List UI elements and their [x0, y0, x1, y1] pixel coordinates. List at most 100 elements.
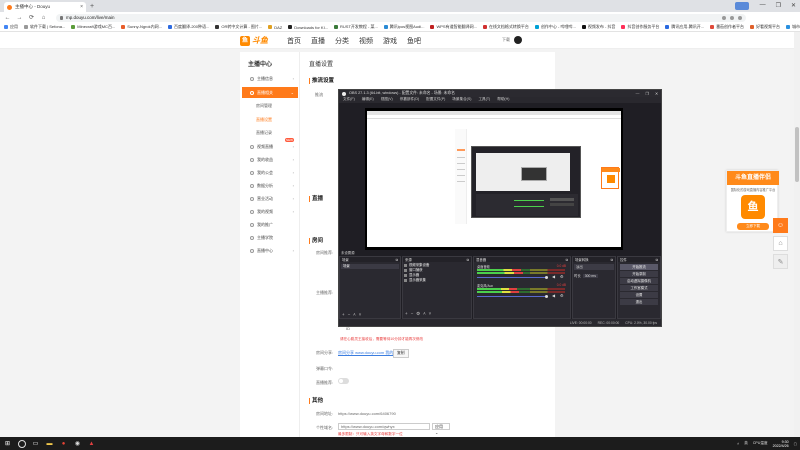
- chrome-icon[interactable]: ●: [59, 439, 68, 448]
- feedback-icon[interactable]: ✎: [773, 254, 788, 269]
- nav-category[interactable]: 分类: [335, 36, 349, 46]
- nav-yuba[interactable]: 鱼吧: [407, 36, 421, 46]
- minimize-button[interactable]: —: [760, 2, 766, 9]
- extensions-icon[interactable]: [730, 15, 734, 20]
- bookmark-item[interactable]: 视频发布 - 抖音: [581, 24, 615, 30]
- home-icon[interactable]: ⌂: [773, 236, 788, 251]
- start-streaming-button[interactable]: 开始推流: [620, 264, 658, 270]
- copy-button[interactable]: 复制: [393, 349, 409, 358]
- virtual-camera-button[interactable]: 启动虚拟摄像机: [620, 278, 658, 284]
- back-button[interactable]: ←: [4, 15, 11, 21]
- scroll-thumb[interactable]: [795, 127, 799, 182]
- dock-float-icon[interactable]: ⧉: [396, 258, 398, 262]
- obs-menu-item[interactable]: 文件(F): [343, 97, 355, 103]
- duration-input[interactable]: 300 ms: [582, 273, 598, 278]
- close-window-button[interactable]: ✕: [791, 2, 796, 9]
- obs-icon[interactable]: ◉: [73, 439, 82, 448]
- douyu-logo[interactable]: 鱼 斗鱼: [240, 35, 268, 46]
- address-bar[interactable]: mp.douyu.com/live/main: [56, 13, 746, 22]
- bookmark-item[interactable]: 番茄创作者平台: [710, 24, 744, 30]
- obs-preview[interactable]: [365, 108, 623, 250]
- task-view-icon[interactable]: ▭: [31, 439, 40, 448]
- mixer-gear-icon[interactable]: ⚙: [560, 274, 564, 279]
- nav-video[interactable]: 视频: [359, 36, 373, 46]
- bookmark-star-icon[interactable]: [722, 15, 726, 20]
- close-tab-icon[interactable]: ×: [80, 4, 83, 10]
- bookmark-item[interactable]: 好看视频平台: [750, 24, 780, 30]
- bookmark-item[interactable]: DAZ: [268, 25, 282, 30]
- home-button[interactable]: ⌂: [40, 15, 47, 21]
- sidebar-item-activities[interactable]: 营业活动 ›: [242, 193, 298, 204]
- sidebar-sub-records[interactable]: 直播记录: [256, 130, 272, 136]
- custom-domain-input[interactable]: https://www.douyu.com/qwhyx: [338, 423, 430, 430]
- sidebar-item-live-center[interactable]: 直播中心 ›: [242, 245, 298, 256]
- source-down-button[interactable]: ˅: [429, 311, 432, 317]
- obs-menu-item[interactable]: 工具(T): [478, 97, 490, 103]
- notification-icon[interactable]: ▢: [794, 442, 797, 446]
- transition-select[interactable]: 淡出: [574, 264, 614, 270]
- bookmark-item[interactable]: 城市生活_日报天...: [786, 24, 800, 30]
- scene-item[interactable]: 场景: [341, 264, 399, 269]
- reload-button[interactable]: ⟳: [28, 14, 35, 21]
- obs-close-button[interactable]: ✕: [655, 91, 658, 96]
- bookmark-item[interactable]: WPS有道智能翻译网...: [430, 24, 477, 30]
- new-tab-button[interactable]: +: [90, 3, 94, 10]
- sidebar-item-income[interactable]: 我的收益 ›: [242, 154, 298, 165]
- bookmark-item[interactable]: 在线文档格式转换平台: [482, 24, 529, 30]
- source-item[interactable]: 显示器采集: [404, 278, 470, 283]
- promo-card[interactable]: 斗鱼直播伴侣 国际化的游戏直播内容推广平台 鱼 立即下载: [726, 170, 779, 232]
- bookmark-item[interactable]: 软件下载 | Sefona...: [24, 24, 65, 30]
- settings-button[interactable]: 设置: [620, 292, 658, 298]
- apply-domain-select[interactable]: 应用 ⌄: [432, 423, 450, 435]
- obs-menu-item[interactable]: 帮助(H): [497, 97, 509, 103]
- avatar[interactable]: [514, 36, 522, 44]
- sidebar-item-promotion[interactable]: 我的推广: [242, 219, 298, 230]
- nav-home[interactable]: 首页: [287, 36, 301, 46]
- remove-source-button[interactable]: −: [411, 311, 414, 317]
- bookmark-item[interactable]: RUST开发教程 - 菜...: [334, 24, 378, 30]
- mic-volume-knob[interactable]: [545, 295, 548, 298]
- exit-button[interactable]: 退出: [620, 299, 658, 305]
- promo-download-button[interactable]: 立即下载: [737, 223, 769, 230]
- speaker-icon[interactable]: ◀: [552, 274, 555, 279]
- volume-knob[interactable]: [545, 276, 548, 279]
- bookmark-item[interactable]: 抖音创作服务平台: [621, 24, 659, 30]
- bookmark-item[interactable]: Sunny-Ngrok内网...: [121, 24, 162, 30]
- sidebar-item-guild[interactable]: 我的公会 ›: [242, 167, 298, 178]
- source-settings-icon[interactable]: ⚙: [416, 311, 420, 317]
- live-recommend-toggle[interactable]: [338, 378, 349, 384]
- obs-window[interactable]: OBS 27.1.3 (64-bit, windows) - 配置文件: 未命名…: [338, 89, 662, 327]
- obs-minimize-button[interactable]: —: [636, 91, 640, 96]
- volume-slider[interactable]: [477, 277, 547, 278]
- speaker-icon[interactable]: ◀: [552, 293, 555, 298]
- sidebar-item-anchor-info[interactable]: 主播信息 ›: [242, 73, 298, 84]
- add-scene-button[interactable]: +: [342, 312, 345, 317]
- windows-start-icon[interactable]: ⊞: [3, 439, 12, 448]
- tray-arrow-icon[interactable]: ˄: [737, 442, 739, 446]
- profile-button[interactable]: [735, 2, 749, 10]
- bookmark-item[interactable]: 应用: [4, 24, 18, 30]
- studio-mode-button[interactable]: 工作室模式: [620, 285, 658, 291]
- browser-tab[interactable]: 主播中心 - Douyu ×: [4, 2, 86, 12]
- nav-live[interactable]: 直播: [311, 36, 325, 46]
- forward-button[interactable]: →: [16, 15, 23, 21]
- sidebar-item-live[interactable]: 直播相关 ⌄: [242, 87, 298, 98]
- customer-service-icon[interactable]: ☺: [773, 218, 788, 233]
- file-explorer-icon[interactable]: ▬: [45, 439, 54, 448]
- start-recording-button[interactable]: 开始录制: [620, 271, 658, 277]
- bookmark-item[interactable]: 创作中心 - 哔哩哔...: [534, 24, 576, 30]
- bookmark-item[interactable]: Downloads for KI...: [288, 25, 328, 30]
- scene-up-button[interactable]: ˄: [353, 312, 356, 317]
- add-source-button[interactable]: +: [405, 311, 408, 317]
- tray-lang[interactable]: 英: [744, 441, 748, 446]
- obs-menu-item[interactable]: 停靠部件(D): [400, 97, 419, 103]
- nav-game[interactable]: 游戏: [383, 36, 397, 46]
- bookmark-item[interactable]: OR转中文计算 - 图片...: [215, 24, 262, 30]
- mixer-gear-icon[interactable]: ⚙: [560, 293, 564, 298]
- scene-down-button[interactable]: ˅: [359, 312, 362, 317]
- maximize-button[interactable]: ❐: [776, 2, 781, 9]
- bookmark-item[interactable]: Minecraft游戏MC百...: [71, 24, 115, 30]
- search-icon[interactable]: [17, 439, 26, 448]
- bookmark-item[interactable]: 腾讯应用-腾讯开...: [665, 24, 704, 30]
- obs-menu-item[interactable]: 视图(V): [381, 97, 393, 103]
